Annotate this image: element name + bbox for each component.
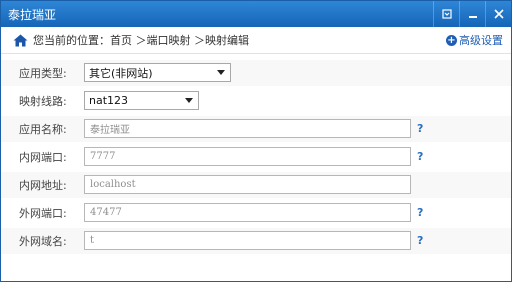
title-bar: 泰拉瑞亚 — [1, 1, 511, 27]
wan-port-label: 外网端口: — [19, 207, 67, 220]
row-lan-addr: 内网地址: localhost — [1, 172, 511, 198]
wan-port-value: 47477 — [90, 207, 122, 218]
chevron-down-icon — [217, 70, 225, 75]
home-icon — [13, 34, 28, 46]
wan-domain-label: 外网域名: — [19, 235, 67, 248]
menu-icon[interactable] — [433, 1, 459, 27]
advanced-settings-label: 高级设置 — [459, 34, 503, 47]
breadcrumb-bar: 您当前的位置： 首页 ＞端口映射 ＞映射编辑 + 高级设置 — [1, 27, 511, 54]
wan-port-input[interactable]: 47477 — [84, 203, 411, 222]
route-select[interactable]: nat123 — [84, 91, 199, 110]
lan-addr-value: localhost — [90, 179, 136, 190]
app-name-value: 泰拉瑞亚 — [90, 125, 130, 136]
route-label: 映射线路: — [19, 95, 67, 108]
window-title: 泰拉瑞亚 — [8, 7, 57, 22]
app-name-label: 应用名称: — [19, 123, 67, 136]
help-icon[interactable]: ? — [417, 150, 423, 163]
lan-port-label: 内网端口: — [19, 151, 67, 164]
lan-addr-input[interactable]: localhost — [84, 175, 411, 194]
row-app-name: 应用名称: 泰拉瑞亚 ? — [1, 116, 511, 142]
wan-domain-value: t — [90, 235, 95, 246]
help-icon[interactable]: ? — [417, 122, 423, 135]
mapping-form: 应用类型: 其它(非网站) 映射线路: nat123 应用名称: 泰拉瑞亚 ? … — [1, 54, 511, 254]
plus-icon: + — [446, 34, 457, 46]
app-name-input[interactable]: 泰拉瑞亚 — [84, 119, 411, 138]
help-icon[interactable]: ? — [417, 234, 423, 247]
chevron-down-icon — [185, 98, 193, 103]
lan-port-input[interactable]: 7777 — [84, 147, 411, 166]
lan-port-value: 7777 — [90, 151, 116, 162]
close-icon[interactable] — [485, 1, 511, 27]
row-route: 映射线路: nat123 — [1, 88, 511, 114]
breadcrumb-path[interactable]: 首页 ＞端口映射 ＞映射编辑 — [110, 32, 249, 48]
app-type-select[interactable]: 其它(非网站) — [84, 63, 231, 82]
wan-domain-input[interactable]: t — [84, 231, 411, 250]
row-wan-port: 外网端口: 47477 ? — [1, 200, 511, 226]
minimize-icon[interactable] — [459, 1, 485, 27]
breadcrumb-prefix: 您当前的位置： — [33, 34, 110, 47]
advanced-settings-link[interactable]: + 高级设置 — [446, 32, 503, 48]
route-value: nat123 — [89, 94, 129, 107]
app-type-label: 应用类型: — [19, 67, 67, 80]
app-window: 泰拉瑞亚 您当前的位置： 首页 ＞端口映射 ＞映射编辑 + 高级设置 应用类型: — [0, 0, 512, 282]
window-controls — [433, 1, 511, 27]
row-app-type: 应用类型: 其它(非网站) — [1, 60, 511, 86]
app-type-value: 其它(非网站) — [89, 66, 153, 80]
row-wan-domain: 外网域名: t ? — [1, 228, 511, 254]
lan-addr-label: 内网地址: — [19, 179, 67, 192]
breadcrumb: 您当前的位置： 首页 ＞端口映射 ＞映射编辑 — [13, 32, 249, 48]
row-lan-port: 内网端口: 7777 ? — [1, 144, 511, 170]
help-icon[interactable]: ? — [417, 206, 423, 219]
